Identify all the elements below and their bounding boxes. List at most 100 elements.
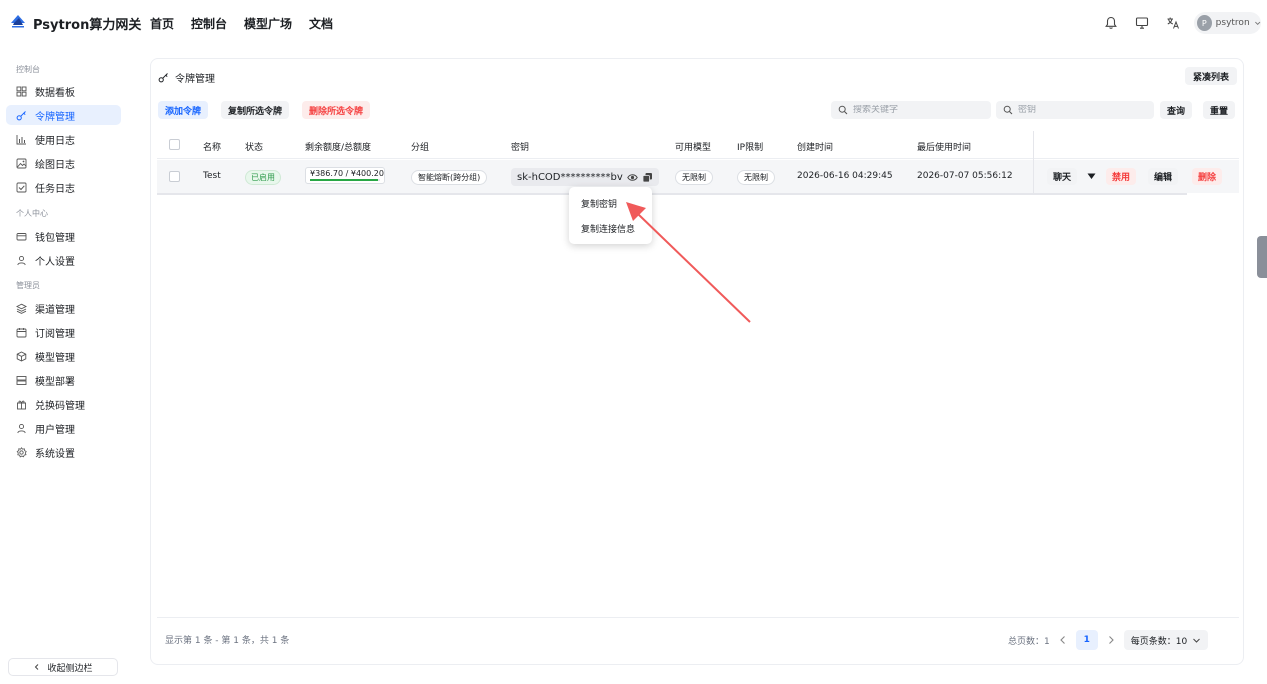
server-icon: [16, 375, 27, 386]
sidebar-item-label: 模型管理: [35, 352, 75, 364]
sidebar-item-label: 个人设置: [35, 256, 75, 268]
ip-pill: 无限制: [737, 170, 775, 185]
bell-icon[interactable]: [1101, 13, 1121, 33]
copy-dropdown-menu: 复制密钥 复制连接信息: [569, 187, 652, 244]
user-name: psytron: [1215, 18, 1250, 28]
keyword-search-input[interactable]: [853, 105, 973, 115]
page-size-label: 每页条数：10: [1130, 636, 1188, 647]
col-ip: IP限制: [737, 143, 764, 153]
monitor-icon[interactable]: [1132, 13, 1152, 33]
quota-text: ¥386.70 / ¥400.20: [310, 169, 384, 178]
nav-docs[interactable]: 文档: [309, 15, 333, 32]
eye-icon[interactable]: [626, 172, 638, 183]
chevron-left-icon[interactable]: [1058, 635, 1068, 645]
status-badge: 已启用: [245, 170, 281, 185]
page-title: 令牌管理: [158, 70, 215, 85]
table-header: 名称 状态 剩余额度/总额度 分组 密钥 可用模型 IP限制 创建时间 最后使用…: [157, 131, 1239, 159]
col-models: 可用模型: [675, 143, 712, 153]
sidebar-item-personal-settings[interactable]: 个人设置: [6, 250, 121, 270]
col-name: 名称: [203, 143, 222, 153]
cube-icon: [16, 350, 27, 362]
menu-item-copy-key[interactable]: 复制密钥: [581, 197, 617, 210]
key-search-input[interactable]: [1018, 105, 1138, 115]
sidebar-item-models[interactable]: 模型管理: [6, 346, 121, 366]
key-icon: [158, 73, 168, 83]
created-time: 2026-06-16 04:29:45: [797, 171, 893, 181]
disable-button[interactable]: 禁用: [1106, 168, 1137, 185]
search-icon: [838, 105, 848, 115]
sidebar-item-channels[interactable]: 渠道管理: [6, 298, 121, 318]
compact-list-button[interactable]: 紧凑列表: [1184, 67, 1237, 85]
dashboard-icon: [16, 86, 27, 97]
token-management-card: 令牌管理 紧凑列表 添加令牌 复制所选令牌 删除所选令牌 查询 重置 名称 状态…: [150, 58, 1244, 665]
sidebar-item-deployment[interactable]: 模型部署: [6, 370, 121, 390]
sidebar-item-label: 用户管理: [35, 424, 75, 436]
user-icon: [16, 423, 27, 434]
copy-icon[interactable]: [642, 172, 653, 183]
sidebar-item-task-log[interactable]: 任务日志: [6, 177, 121, 197]
wallet-icon: [16, 231, 27, 242]
add-token-button[interactable]: 添加令牌: [158, 101, 209, 119]
sidebar-item-usage-log[interactable]: 使用日志: [6, 129, 121, 149]
sidebar-item-system-settings[interactable]: 系统设置: [6, 442, 121, 462]
translate-icon[interactable]: [1163, 13, 1183, 33]
sidebar-section-admin: 管理员: [16, 281, 40, 290]
models-pill: 无限制: [675, 170, 713, 185]
select-all-checkbox[interactable]: [169, 139, 180, 150]
page-title-text: 令牌管理: [175, 74, 215, 85]
col-quota: 剩余额度/总额度: [305, 143, 372, 153]
nav-home[interactable]: 首页: [150, 15, 174, 32]
group-pill: 智能熔断(跨分组): [411, 170, 488, 185]
quota-bar: [310, 179, 378, 181]
last-used-time: 2026-07-07 05:56:12: [917, 171, 1013, 181]
user-menu[interactable]: P psytron: [1194, 12, 1261, 34]
avatar: P: [1197, 15, 1212, 31]
settings-icon: [16, 446, 27, 458]
delete-button[interactable]: 删除: [1192, 168, 1223, 185]
calendar-icon: [16, 327, 27, 338]
sidebar-item-users[interactable]: 用户管理: [6, 418, 121, 438]
delete-selected-button[interactable]: 删除所选令牌: [302, 101, 371, 119]
copy-selected-button[interactable]: 复制所选令牌: [221, 101, 290, 119]
col-created: 创建时间: [797, 143, 834, 153]
key-search-box: [996, 101, 1154, 119]
sidebar-item-label: 订阅管理: [35, 328, 75, 340]
sidebar-item-tokens[interactable]: 令牌管理: [6, 105, 121, 125]
query-button[interactable]: 查询: [1160, 101, 1193, 119]
chat-button[interactable]: 聊天: [1047, 168, 1078, 185]
caret-down-icon[interactable]: [1087, 173, 1096, 180]
sidebar-item-label: 兑换码管理: [35, 400, 85, 412]
menu-item-copy-connection[interactable]: 复制连接信息: [581, 222, 635, 235]
top-header: Psytron算力网关 首页 控制台 模型广场 文档 P psytron: [0, 0, 1267, 46]
page-size-select[interactable]: 每页条数：10: [1123, 630, 1209, 650]
sidebar-item-drawing-log[interactable]: 绘图日志: [6, 153, 121, 173]
reset-button[interactable]: 重置: [1203, 101, 1236, 119]
sidebar-item-subscriptions[interactable]: 订阅管理: [6, 322, 121, 342]
nav-console[interactable]: 控制台: [191, 15, 227, 32]
sidebar-item-dashboard[interactable]: 数据看板: [6, 81, 121, 101]
quota-cell: ¥386.70 / ¥400.20: [305, 167, 385, 184]
chevron-right-icon[interactable]: [1106, 635, 1116, 645]
brand-name[interactable]: Psytron算力网关: [33, 14, 141, 33]
token-name: Test: [203, 171, 221, 181]
row-shadow: [157, 193, 1187, 195]
row-checkbox[interactable]: [169, 171, 180, 182]
key-value: sk-hCOD**********bv: [517, 171, 623, 183]
page-number-button[interactable]: 1: [1075, 630, 1098, 650]
edit-button[interactable]: 编辑: [1148, 168, 1179, 185]
col-status: 状态: [245, 143, 264, 153]
nav-model-market[interactable]: 模型广场: [244, 15, 292, 32]
key-icon: [16, 110, 27, 121]
gift-icon: [16, 399, 27, 410]
sidebar-section-console: 控制台: [16, 65, 40, 74]
pagination-info: 显示第 1 条 - 第 1 条，共 1 条: [165, 636, 290, 646]
layers-icon: [16, 303, 27, 314]
sidebar-item-wallet[interactable]: 钱包管理: [6, 226, 121, 246]
floating-side-widget[interactable]: [1257, 236, 1267, 278]
logo-icon: [11, 15, 25, 28]
collapse-sidebar-button[interactable]: 收起侧边栏: [8, 658, 118, 676]
sidebar-item-label: 钱包管理: [35, 232, 75, 244]
sidebar-item-label: 渠道管理: [35, 304, 75, 316]
user-icon: [16, 255, 27, 266]
sidebar-item-redeem-codes[interactable]: 兑换码管理: [6, 394, 121, 414]
